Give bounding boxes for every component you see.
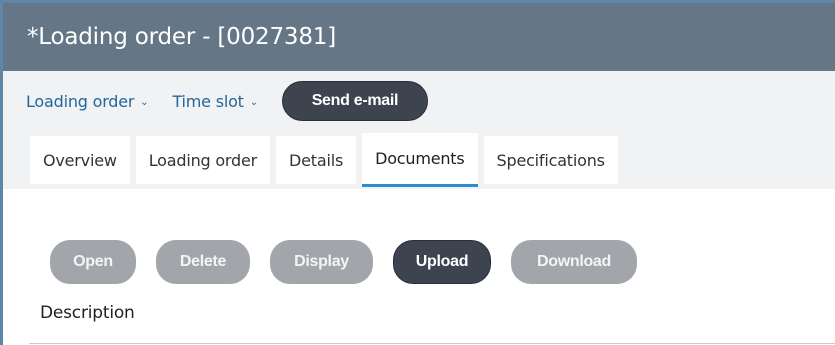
upload-button[interactable]: Upload <box>393 240 491 284</box>
chevron-down-icon: ⌄ <box>140 96 149 108</box>
table-header-divider <box>29 343 835 344</box>
tab-bar: Overview Loading order Details Documents… <box>30 133 624 187</box>
display-button[interactable]: Display <box>270 240 373 284</box>
tab-loading-order[interactable]: Loading order <box>135 136 271 184</box>
tab-overview[interactable]: Overview <box>30 136 130 184</box>
time-slot-menu[interactable]: Time slot ⌄ <box>172 91 258 111</box>
tab-details[interactable]: Details <box>276 136 357 184</box>
window-title: *Loading order - [0027381] <box>3 3 835 71</box>
time-slot-menu-label: Time slot <box>172 91 244 111</box>
tab-specifications[interactable]: Specifications <box>483 136 618 184</box>
chevron-down-icon: ⌄ <box>249 96 258 108</box>
open-button[interactable]: Open <box>50 240 136 284</box>
toolbar: Loading order ⌄ Time slot ⌄ Send e-mail <box>26 79 428 123</box>
send-email-button[interactable]: Send e-mail <box>281 81 428 121</box>
delete-button[interactable]: Delete <box>156 240 250 284</box>
document-actions: Open Delete Display Upload Download <box>50 240 657 284</box>
download-button[interactable]: Download <box>511 240 637 284</box>
column-header-description: Description <box>40 303 135 323</box>
window-frame: *Loading order - [0027381] Loading order… <box>0 0 835 345</box>
tab-documents[interactable]: Documents <box>362 133 478 187</box>
loading-order-menu[interactable]: Loading order ⌄ <box>26 91 149 111</box>
loading-order-menu-label: Loading order <box>26 91 135 111</box>
